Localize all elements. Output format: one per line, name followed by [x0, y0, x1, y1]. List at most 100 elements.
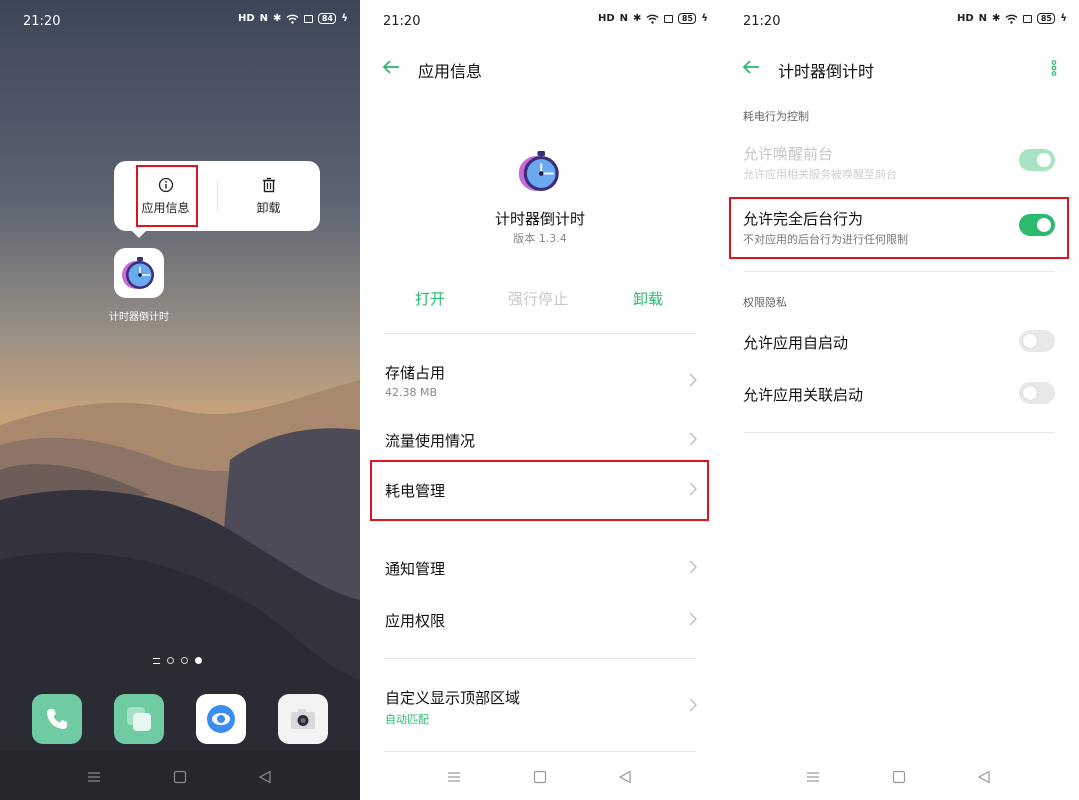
app-name: 计时器倒计时: [494, 210, 585, 228]
stopwatch-icon: [122, 257, 154, 289]
dock-messages[interactable]: [114, 694, 164, 744]
messages-icon: [127, 707, 151, 731]
battery-icon: 85: [1037, 13, 1056, 24]
status-time: 21:20: [743, 14, 781, 29]
nav-home-button[interactable]: [168, 765, 192, 789]
wallpaper: [0, 0, 360, 800]
menu-icon: [448, 772, 460, 782]
chevron-right-icon: [689, 560, 697, 574]
setting-associated-start[interactable]: 允许应用关联启动: [720, 382, 1079, 406]
app-icon: [518, 151, 559, 191]
back-triangle-icon: [618, 770, 631, 784]
page-indicator: [153, 657, 202, 664]
group-title-privacy: 权限隐私: [743, 296, 787, 309]
nav-menu-button[interactable]: [801, 765, 825, 789]
settings-row-notifications[interactable]: 通知管理: [360, 556, 720, 582]
home-screen: 21:20 HD N ✱ 84 ϟ 应用信息 卸载 计时器倒计时: [0, 0, 360, 800]
row-sub: 自动匹配: [385, 713, 429, 726]
uninstall-button[interactable]: 卸载: [217, 161, 320, 231]
row-label: 自定义显示顶部区域: [385, 689, 521, 707]
settings-row-data-usage[interactable]: 流量使用情况: [360, 428, 720, 454]
chevron-right-icon: [689, 432, 697, 446]
settings-row-storage[interactable]: 存储占用 42.38 MB: [360, 360, 720, 405]
uninstall-label: 卸载: [256, 200, 281, 215]
page-dot-active: [195, 657, 202, 664]
nfc-icon: N: [259, 13, 268, 24]
back-triangle-icon: [977, 770, 990, 784]
page-dot: [167, 657, 174, 664]
timer-app-icon[interactable]: [114, 248, 164, 298]
row-label: 应用权限: [385, 612, 446, 630]
battery-settings-screen: 21:20 HD N ✱ 85 ϟ 计时器倒计时 耗电行为控制 允许唤醒前台 允…: [720, 0, 1079, 800]
row-label: 存储占用: [385, 364, 446, 382]
chevron-right-icon: [689, 612, 697, 626]
nav-home-button[interactable]: [887, 765, 911, 789]
wifi-icon: [646, 14, 659, 24]
associated-start-toggle[interactable]: [1019, 382, 1055, 404]
highlight-box-app-info: [136, 165, 198, 227]
signal-icon: HD: [237, 13, 255, 24]
back-triangle-icon: [258, 770, 271, 784]
nav-back-button[interactable]: [972, 765, 996, 789]
wifi-icon: [286, 14, 299, 24]
browser-icon: [207, 705, 235, 733]
page-indicator-menu: [153, 657, 160, 664]
nfc-icon: N: [619, 13, 628, 24]
chevron-right-icon: [689, 698, 697, 712]
settings-row-permissions[interactable]: 应用权限: [360, 608, 720, 634]
nav-back-button[interactable]: [253, 765, 277, 789]
divider: [744, 271, 1055, 272]
force-stop-button[interactable]: 强行停止: [508, 288, 568, 309]
status-time: 21:20: [383, 14, 421, 29]
row-sub: 42.38 MB: [385, 386, 438, 399]
uninstall-button[interactable]: 卸载: [633, 288, 663, 309]
highlight-box-battery: [370, 460, 709, 521]
status-icons: HD N ✱ 85 ϟ: [598, 13, 708, 24]
back-button[interactable]: [738, 54, 764, 80]
chevron-right-icon: [689, 373, 697, 387]
setting-auto-start[interactable]: 允许应用自启动: [720, 330, 1079, 354]
status-icons: HD N ✱ 84 ϟ: [238, 13, 348, 24]
status-bar: 21:20 HD N ✱ 84 ϟ: [0, 0, 360, 42]
signal-icon: HD: [956, 13, 974, 24]
dock-browser[interactable]: [196, 694, 246, 744]
setting-description: 允许应用相关服务被唤醒至前台: [743, 168, 897, 181]
settings-row-display-area[interactable]: 自定义显示顶部区域 自动匹配: [360, 685, 720, 730]
status-icons: HD N ✱ 85 ϟ: [957, 13, 1067, 24]
screen-icon: [664, 14, 674, 23]
wifi-icon: [1005, 14, 1018, 24]
more-options-icon[interactable]: [1051, 60, 1057, 76]
app-info-screen: 21:20 HD N ✱ 85 ϟ 应用信息 计时器倒计时 版本 1.3.4 打…: [360, 0, 720, 800]
trash-icon: [262, 177, 275, 192]
nfc-icon: N: [978, 13, 987, 24]
nav-menu-button[interactable]: [82, 765, 106, 789]
bluetooth-icon: ✱: [273, 13, 282, 24]
screen-icon: [304, 14, 314, 23]
open-button[interactable]: 打开: [415, 288, 445, 309]
status-bar: 21:20 HD N ✱ 85 ϟ: [720, 0, 1079, 42]
bluetooth-icon: ✱: [633, 13, 642, 24]
app-actions: 打开 强行停止 卸载: [360, 288, 720, 310]
home-icon: [892, 770, 906, 784]
divider: [384, 333, 696, 334]
back-button[interactable]: [378, 54, 404, 80]
back-arrow-icon: [742, 60, 759, 74]
app-version: 版本 1.3.4: [513, 232, 567, 245]
nav-menu-button[interactable]: [442, 765, 466, 789]
auto-start-toggle[interactable]: [1019, 330, 1055, 352]
row-label: 流量使用情况: [385, 432, 476, 450]
dock-phone[interactable]: [32, 694, 82, 744]
setting-wake-foreground: 允许唤醒前台 允许应用相关服务被唤醒至前台: [720, 143, 1079, 183]
bluetooth-icon: ✱: [992, 13, 1001, 24]
nav-bar: [360, 765, 720, 789]
charging-icon: ϟ: [701, 13, 708, 24]
divider: [384, 658, 696, 659]
dock-camera[interactable]: [278, 694, 328, 744]
wake-foreground-toggle[interactable]: [1019, 149, 1055, 171]
nav-home-button[interactable]: [528, 765, 552, 789]
nav-back-button[interactable]: [613, 765, 637, 789]
battery-icon: 84: [318, 13, 337, 24]
setting-label: 允许应用关联启动: [743, 386, 864, 404]
page-dot: [181, 657, 188, 664]
signal-icon: HD: [597, 13, 615, 24]
